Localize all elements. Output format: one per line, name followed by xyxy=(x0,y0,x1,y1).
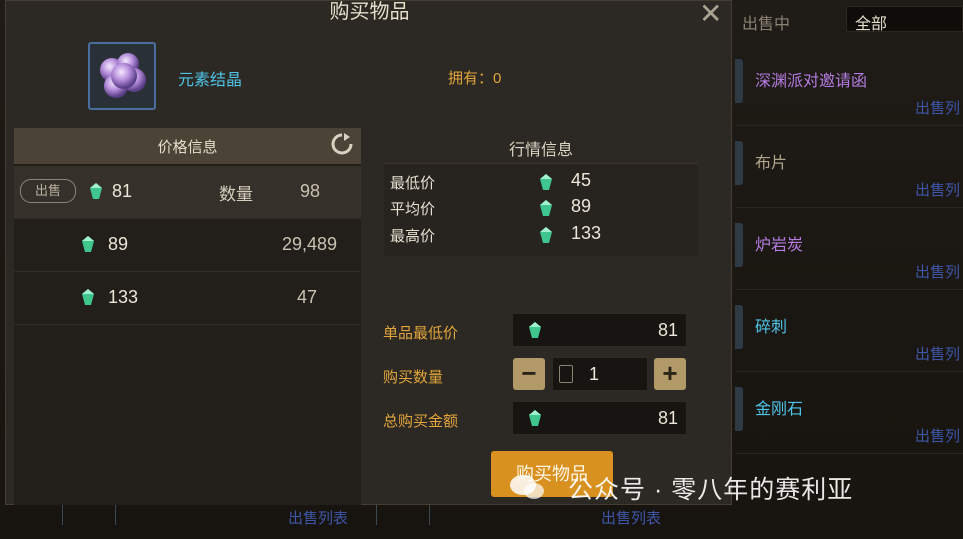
list-item-name: 深渊派对邀请函 xyxy=(755,73,868,90)
decrease-quantity-button[interactable]: − xyxy=(513,358,545,390)
unit-price-label: 单品最低价 xyxy=(383,325,459,342)
list-item[interactable]: 金刚石 出售列 xyxy=(735,377,963,454)
list-item-name: 布片 xyxy=(755,155,788,172)
price-value: 81 xyxy=(112,181,133,201)
price-info-title: 价格信息 xyxy=(157,139,218,156)
element-crystal-icon xyxy=(88,42,156,110)
price-value: 89 xyxy=(108,234,129,254)
list-item[interactable]: 炉岩炭 出售列 xyxy=(735,213,963,290)
owned-label: 拥有： xyxy=(448,70,494,87)
item-thumbnail xyxy=(735,387,743,431)
unit-price-value: 81 xyxy=(657,320,678,340)
quantity-input[interactable]: 1 xyxy=(552,357,648,391)
price-value: 133 xyxy=(108,287,139,307)
watermark-text: 公众号 · 零八年的赛利亚 xyxy=(568,476,854,504)
filter-dropdown[interactable]: 全部 xyxy=(846,6,963,33)
green-gem-icon xyxy=(529,410,541,426)
highest-price-label: 最高价 xyxy=(390,228,436,245)
lowest-price-label: 最低价 xyxy=(390,175,436,192)
list-item-status: 出售列 xyxy=(915,264,961,281)
price-row[interactable]: 133 47 xyxy=(14,272,361,325)
item-thumbnail xyxy=(735,59,743,103)
price-info-panel: 价格信息 出售 81 数量 98 89 29,489 133 47 xyxy=(14,128,361,505)
price-info-header: 价格信息 xyxy=(14,128,361,164)
green-gem-icon xyxy=(82,289,94,305)
list-item-name: 碎刺 xyxy=(755,319,788,336)
green-gem-icon xyxy=(540,227,552,243)
watermark: 公众号 · 零八年的赛利亚 xyxy=(508,470,853,506)
list-item[interactable]: 布片 出售列 xyxy=(735,131,963,208)
bottom-status-label: 出售列表 xyxy=(601,510,662,527)
green-gem-icon xyxy=(90,183,102,199)
green-gem-icon xyxy=(529,322,541,338)
tab-selling[interactable]: 出售中 xyxy=(742,10,790,34)
owned-value: 0 xyxy=(493,70,502,87)
total-amount-label: 总购买金额 xyxy=(383,413,459,430)
list-item-name: 炉岩炭 xyxy=(755,237,804,254)
list-item-status: 出售列 xyxy=(915,100,961,117)
quantity-value: 1 xyxy=(589,364,600,384)
list-item-status: 出售列 xyxy=(915,428,961,445)
item-name: 元素结晶 xyxy=(178,72,243,89)
total-amount-field: 81 xyxy=(512,401,687,435)
green-gem-icon xyxy=(82,236,94,252)
wechat-logo-icon xyxy=(510,475,544,499)
sell-tag: 出售 xyxy=(20,179,76,203)
unit-price-field: 81 xyxy=(512,313,687,347)
quantity-value: 47 xyxy=(296,287,317,307)
close-icon[interactable]: ✕ xyxy=(699,0,722,30)
price-row[interactable]: 89 29,489 xyxy=(14,219,361,272)
quantity-label: 购买数量 xyxy=(383,369,444,386)
green-gem-icon xyxy=(540,174,552,190)
increase-quantity-button[interactable]: + xyxy=(654,358,686,390)
market-info-title: 行情信息 xyxy=(508,142,573,159)
quantity-value: 29,489 xyxy=(281,234,337,254)
average-price-label: 平均价 xyxy=(390,201,436,218)
average-price-value: 89 xyxy=(571,196,592,216)
item-thumbnail xyxy=(735,223,743,267)
price-row[interactable]: 出售 81 数量 98 xyxy=(14,166,361,219)
green-gem-icon xyxy=(540,200,552,216)
total-amount-value: 81 xyxy=(657,408,678,428)
lowest-price-value: 45 xyxy=(571,170,592,190)
quantity-value: 98 xyxy=(299,181,320,201)
refresh-icon[interactable] xyxy=(330,132,354,162)
list-item[interactable]: 碎刺 出售列 xyxy=(735,295,963,372)
dialog-title: 购买物品 xyxy=(329,1,410,23)
owned-count: 拥有：0 xyxy=(448,67,501,88)
list-item-status: 出售列 xyxy=(915,182,961,199)
item-thumbnail xyxy=(735,141,743,185)
quantity-label: 数量 xyxy=(219,185,253,204)
list-item[interactable]: 深渊派对邀请函 出售列 xyxy=(735,49,963,126)
item-thumbnail xyxy=(735,305,743,349)
list-item-status: 出售列 xyxy=(915,346,961,363)
list-item-name: 金刚石 xyxy=(755,401,804,418)
bottom-status-label: 出售列表 xyxy=(288,510,349,527)
calculator-icon[interactable] xyxy=(559,365,573,383)
highest-price-value: 133 xyxy=(571,223,602,243)
